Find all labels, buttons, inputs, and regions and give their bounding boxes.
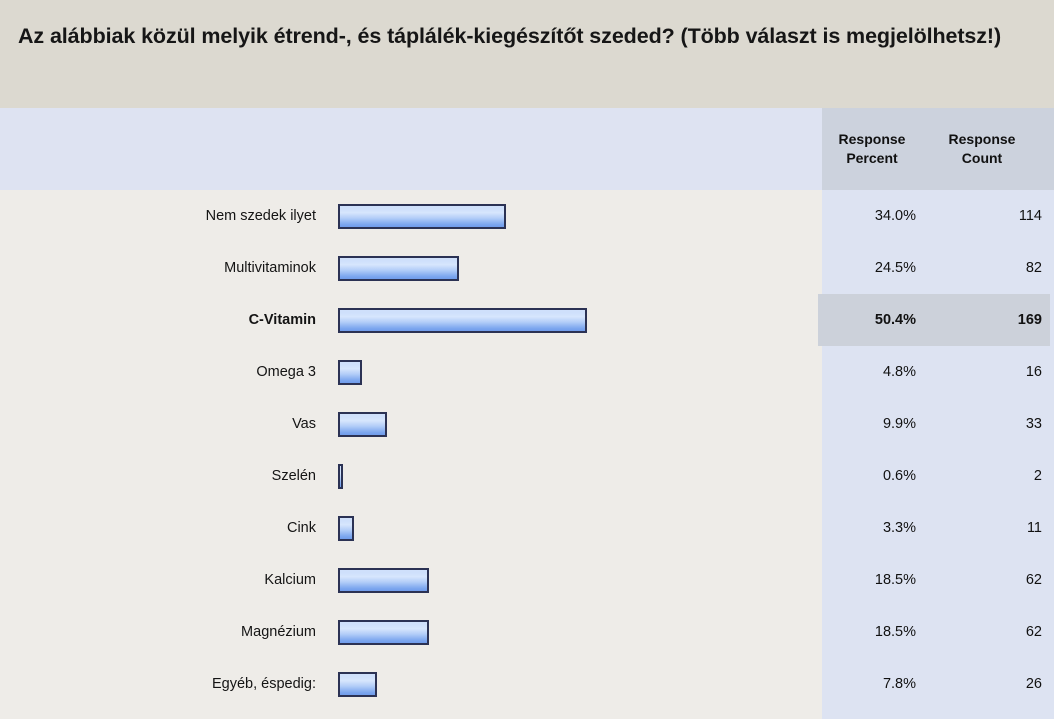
table-row: Cink 3.3% 11 (0, 502, 1054, 554)
column-header-response-percent-line1: Response (838, 131, 906, 147)
response-bar (338, 307, 587, 333)
value-response-percent: 7.8% (882, 676, 916, 692)
value-response-count: 62 (1025, 624, 1042, 640)
column-header-response-percent: Response Percent (822, 130, 920, 168)
value-response-percent: 24.5% (874, 260, 916, 276)
table-row: Vas 9.9% 33 (0, 398, 1054, 450)
value-response-count: 11 (1026, 520, 1042, 536)
response-bar (338, 671, 377, 697)
response-bar (338, 203, 506, 229)
bar-cell (320, 502, 818, 554)
page-title: Az alábbiak közül melyik étrend-, és táp… (18, 24, 1002, 48)
bar-cell (320, 242, 818, 294)
survey-question-panel: Az alábbiak közül melyik étrend-, és táp… (0, 0, 1054, 719)
value-response-percent: 3.3% (882, 520, 916, 536)
table-row: C-Vitamin 50.4% 169 (0, 294, 1054, 346)
value-response-count: 33 (1025, 416, 1042, 432)
rows-container: Nem szedek ilyet 34.0% 114 Multivitaminok 24… (0, 190, 1054, 710)
table-row: Nem szedek ilyet 34.0% 114 (0, 190, 1054, 242)
response-bar (338, 359, 362, 385)
value-response-count: 114 (1018, 208, 1042, 224)
column-header-response-count-line1: Response (948, 131, 1016, 147)
value-response-count: 82 (1025, 260, 1042, 276)
response-bar (338, 411, 387, 437)
row-values: 50.4% 169 (818, 294, 1050, 346)
answer-label: Omega 3 (256, 364, 316, 380)
value-response-count: 26 (1025, 676, 1042, 692)
column-header-response-count: Response Count (920, 130, 1054, 168)
bar-cell (320, 294, 818, 346)
value-response-percent: 18.5% (874, 572, 916, 588)
results-table: Response Percent Response Count Nem szed… (0, 108, 1054, 719)
table-header-values: Response Percent Response Count (822, 108, 1054, 190)
table-header-left-spacer (0, 108, 822, 190)
row-values: 3.3% 11 (818, 502, 1050, 554)
answer-label: Cink (286, 520, 316, 536)
value-response-percent: 18.5% (874, 624, 916, 640)
row-values: 0.6% 2 (818, 450, 1050, 502)
value-response-percent: 9.9% (882, 416, 916, 432)
table-body: Nem szedek ilyet 34.0% 114 Multivitaminok 24… (0, 190, 1054, 719)
table-row: Egyéb, éspedig: 7.8% 26 (0, 658, 1054, 710)
value-response-percent: 4.8% (882, 364, 916, 380)
table-row: Omega 3 4.8% 16 (0, 346, 1054, 398)
row-values: 24.5% 82 (818, 242, 1050, 294)
row-values: 18.5% 62 (818, 554, 1050, 606)
value-response-count: 62 (1025, 572, 1042, 588)
value-response-count: 2 (1033, 468, 1042, 484)
bar-cell (320, 190, 818, 242)
value-response-count: 16 (1025, 364, 1042, 380)
answer-label: Kalcium (264, 572, 316, 588)
bar-cell (320, 450, 818, 502)
row-values: 7.8% 26 (818, 658, 1050, 710)
table-header-row: Response Percent Response Count (0, 108, 1054, 190)
row-values: 18.5% 62 (818, 606, 1050, 658)
row-values: 9.9% 33 (818, 398, 1050, 450)
answer-label: Szelén (271, 468, 316, 484)
table-row: Magnézium 18.5% 62 (0, 606, 1054, 658)
answer-label: Vas (292, 416, 316, 432)
table-row: Multivitaminok 24.5% 82 (0, 242, 1054, 294)
value-response-percent: 50.4% (874, 312, 916, 328)
row-values: 4.8% 16 (818, 346, 1050, 398)
value-response-percent: 34.0% (874, 208, 916, 224)
answer-label: C-Vitamin (248, 312, 316, 328)
bar-cell (320, 658, 818, 710)
column-header-response-percent-line2: Percent (846, 150, 898, 166)
response-bar (338, 619, 429, 645)
bar-cell (320, 606, 818, 658)
response-bar (338, 463, 343, 489)
answer-label: Magnézium (241, 624, 316, 640)
response-bar (338, 567, 429, 593)
answer-label: Multivitaminok (224, 260, 316, 276)
table-row: Szelén 0.6% 2 (0, 450, 1054, 502)
response-bar (338, 515, 354, 541)
row-values: 34.0% 114 (818, 190, 1050, 242)
answer-label: Nem szedek ilyet (205, 208, 316, 224)
bar-cell (320, 554, 818, 606)
table-row: Kalcium 18.5% 62 (0, 554, 1054, 606)
response-bar (338, 255, 459, 281)
answer-label: Egyéb, éspedig: (212, 676, 316, 692)
bar-cell (320, 346, 818, 398)
value-response-percent: 0.6% (882, 468, 916, 484)
bar-cell (320, 398, 818, 450)
column-header-response-count-line2: Count (961, 150, 1003, 166)
value-response-count: 169 (1017, 312, 1042, 328)
